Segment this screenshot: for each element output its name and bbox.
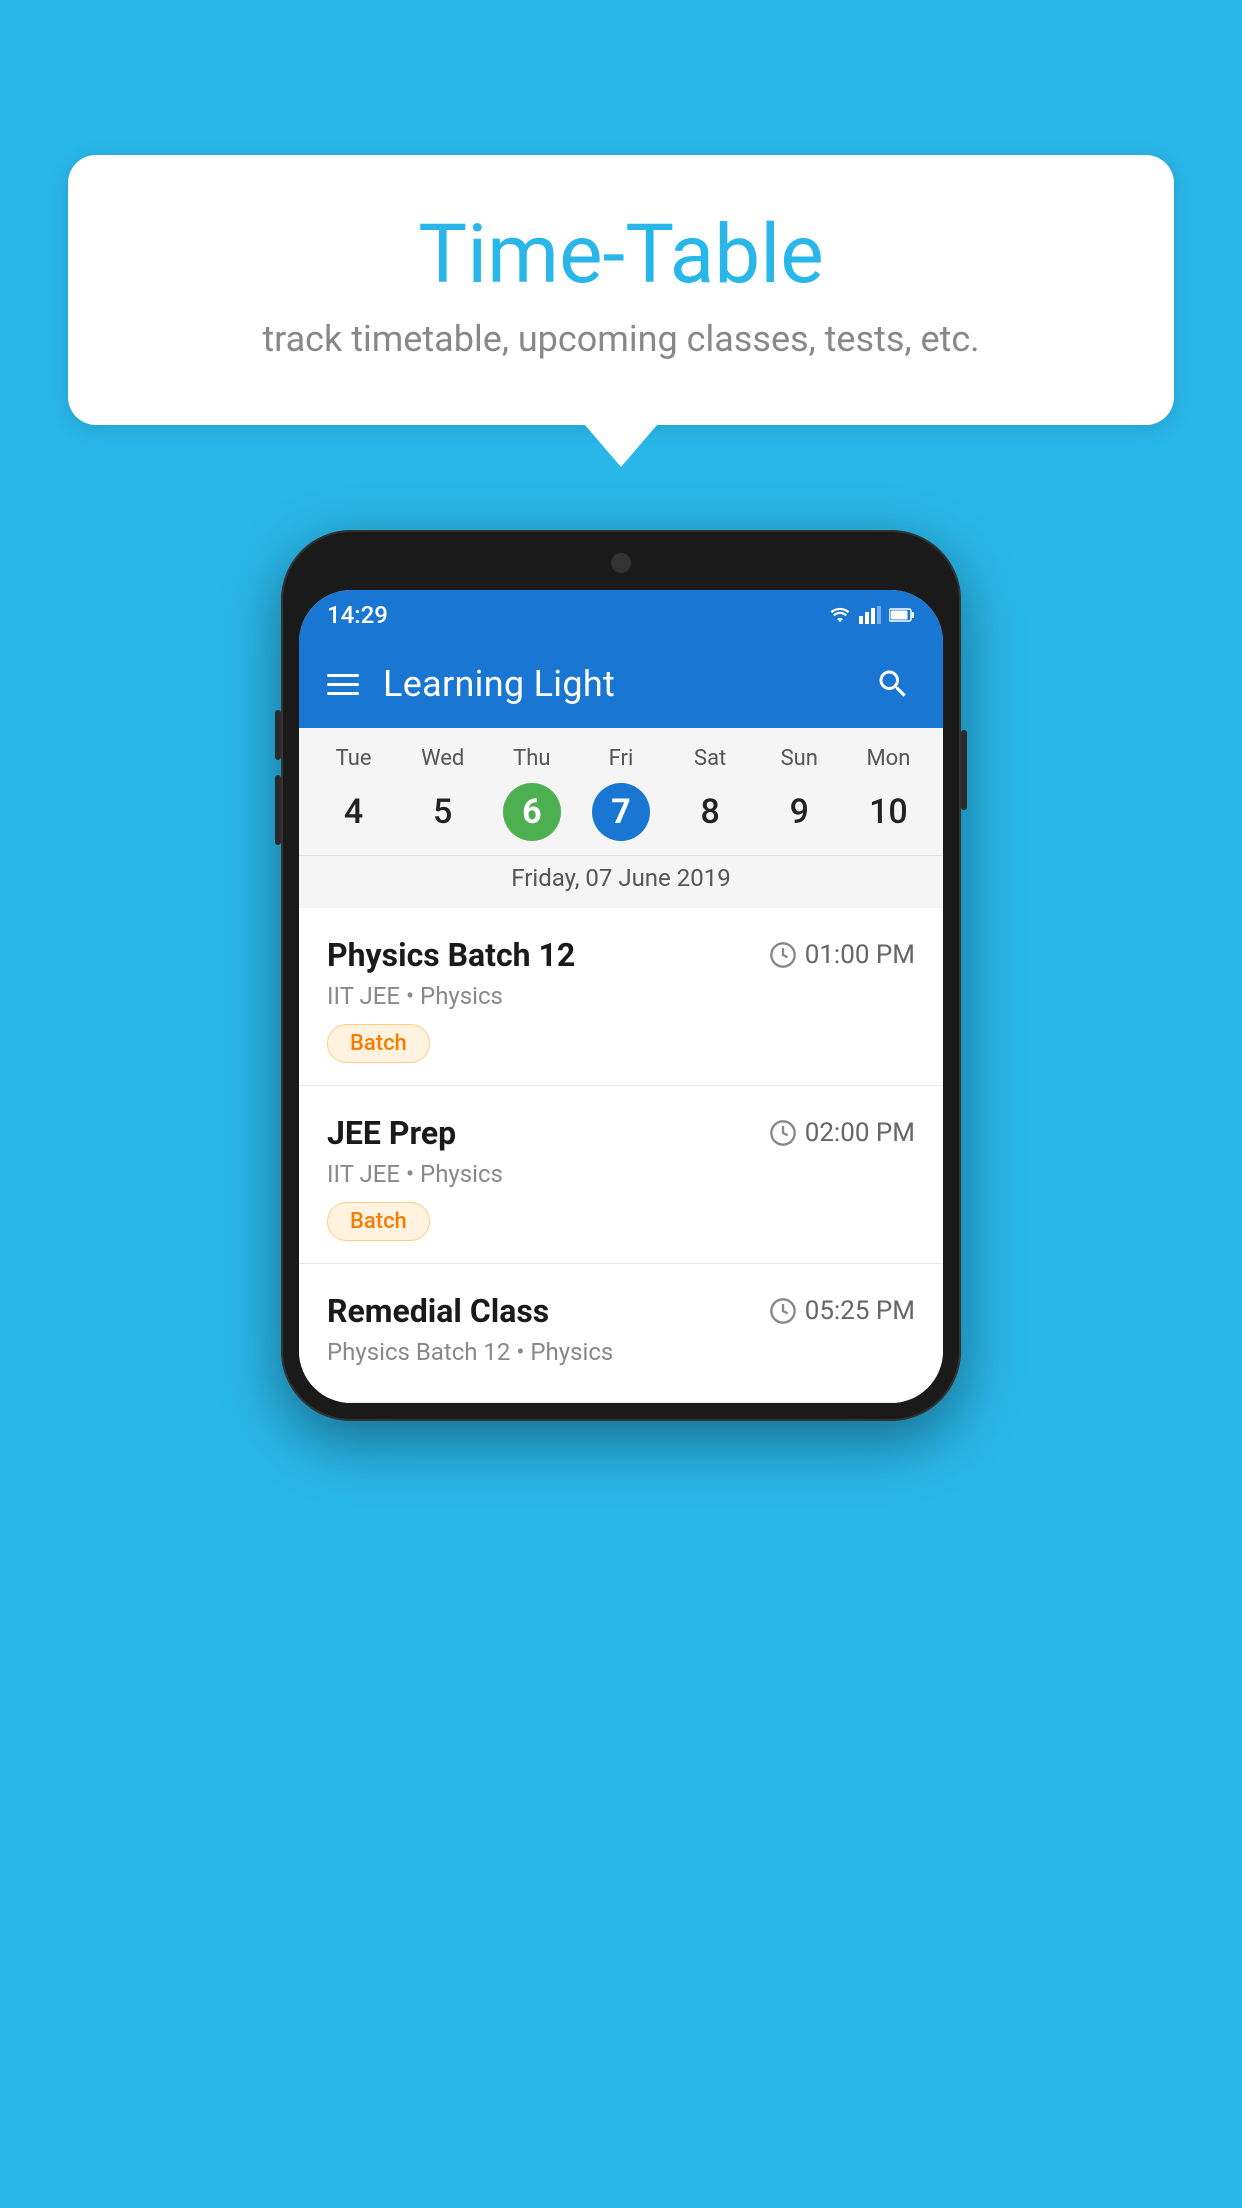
- menu-button[interactable]: [327, 674, 359, 695]
- calendar-day[interactable]: 9: [755, 783, 844, 841]
- wifi-icon: [829, 606, 851, 624]
- day-label: Fri: [576, 746, 665, 771]
- calendar-strip: TueWedThuFriSatSunMon 45678910 Friday, 0…: [299, 728, 943, 908]
- item-title: JEE Prep: [327, 1114, 456, 1152]
- calendar-day[interactable]: 7: [592, 783, 650, 841]
- calendar-day[interactable]: 6: [503, 783, 561, 841]
- app-bar: Learning Light: [299, 640, 943, 728]
- schedule-item-header: JEE Prep 02:00 PM: [327, 1114, 915, 1152]
- status-icons: [829, 606, 915, 624]
- calendar-day[interactable]: 4: [309, 783, 398, 841]
- search-icon: [875, 666, 911, 702]
- app-title: Learning Light: [383, 663, 847, 705]
- clock-icon: [769, 1297, 797, 1325]
- phone-notch-bar: [299, 548, 943, 590]
- schedule-item[interactable]: Physics Batch 12 01:00 PM IIT JEE • Phys…: [299, 908, 943, 1086]
- item-time: 01:00 PM: [769, 940, 915, 970]
- schedule-list: Physics Batch 12 01:00 PM IIT JEE • Phys…: [299, 908, 943, 1403]
- tooltip-title: Time-Table: [128, 210, 1114, 300]
- day-numbers[interactable]: 45678910: [299, 779, 943, 855]
- signal-icon: [859, 606, 881, 624]
- tooltip-card: Time-Table track timetable, upcoming cla…: [68, 155, 1174, 425]
- power-button[interactable]: [961, 730, 967, 810]
- battery-icon: [889, 606, 915, 624]
- volume-down-button[interactable]: [275, 775, 281, 845]
- item-subtitle: IIT JEE • Physics: [327, 1160, 915, 1188]
- phone-outer: 14:29: [281, 530, 961, 1421]
- day-label: Wed: [398, 746, 487, 771]
- calendar-day[interactable]: 8: [666, 783, 755, 841]
- day-label: Mon: [844, 746, 933, 771]
- calendar-day[interactable]: 10: [844, 783, 933, 841]
- schedule-item-header: Physics Batch 12 01:00 PM: [327, 936, 915, 974]
- schedule-item[interactable]: JEE Prep 02:00 PM IIT JEE • Physics Batc…: [299, 1086, 943, 1264]
- day-labels: TueWedThuFriSatSunMon: [299, 728, 943, 779]
- schedule-item-header: Remedial Class 05:25 PM: [327, 1292, 915, 1330]
- day-label: Sat: [666, 746, 755, 771]
- clock-icon: [769, 1119, 797, 1147]
- batch-tag: Batch: [327, 1024, 915, 1063]
- front-camera: [611, 553, 631, 573]
- day-label: Thu: [487, 746, 576, 771]
- calendar-day[interactable]: 5: [398, 783, 487, 841]
- status-bar: 14:29: [299, 590, 943, 640]
- tooltip-subtitle: track timetable, upcoming classes, tests…: [128, 318, 1114, 360]
- phone-notch: [576, 548, 666, 578]
- search-button[interactable]: [871, 662, 915, 706]
- day-label: Sun: [755, 746, 844, 771]
- clock-icon: [769, 941, 797, 969]
- volume-up-button[interactable]: [275, 710, 281, 760]
- item-subtitle: IIT JEE • Physics: [327, 982, 915, 1010]
- batch-tag: Batch: [327, 1202, 915, 1241]
- item-title: Remedial Class: [327, 1292, 549, 1330]
- status-time: 14:29: [327, 601, 388, 629]
- item-subtitle: Physics Batch 12 • Physics: [327, 1338, 915, 1366]
- item-title: Physics Batch 12: [327, 936, 575, 974]
- item-time: 02:00 PM: [769, 1118, 915, 1148]
- phone-screen: 14:29: [299, 590, 943, 1403]
- selected-date-label: Friday, 07 June 2019: [299, 855, 943, 908]
- phone-mockup: 14:29: [281, 530, 961, 1421]
- item-time: 05:25 PM: [769, 1296, 915, 1326]
- schedule-item[interactable]: Remedial Class 05:25 PM Physics Batch 12…: [299, 1264, 943, 1403]
- day-label: Tue: [309, 746, 398, 771]
